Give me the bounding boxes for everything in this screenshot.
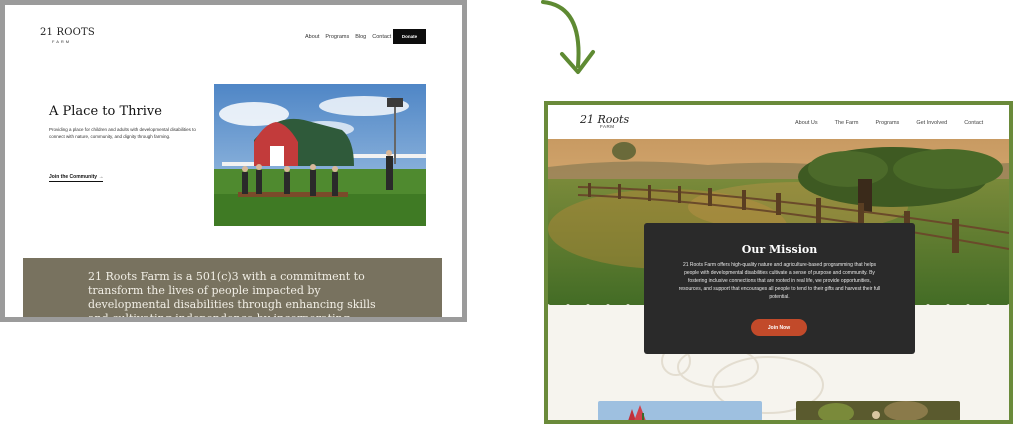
old-nav-item-programs[interactable]: Programs bbox=[325, 34, 349, 40]
nav-item-programs[interactable]: Programs bbox=[875, 120, 899, 126]
new-site-mockup: 21 Roots FARM About Us The Farm Programs… bbox=[544, 101, 1013, 424]
old-site-nav: About Programs Blog Contact bbox=[305, 34, 391, 40]
old-mission-banner: 21 Roots Farm is a 501(c)3 with a commit… bbox=[23, 258, 442, 322]
old-logo-wordmark: 21 ROOTS bbox=[40, 27, 95, 38]
old-mission-text: 21 Roots Farm is a 501(c)3 with a commit… bbox=[88, 270, 376, 322]
old-logo-subtitle: FARM bbox=[52, 39, 72, 44]
old-nav-item-contact[interactable]: Contact bbox=[372, 34, 391, 40]
barn-group-photo bbox=[214, 84, 426, 226]
flower-photo-card[interactable] bbox=[598, 401, 762, 421]
new-site-logo[interactable]: 21 Roots FARM bbox=[580, 113, 629, 129]
mission-body: 21 Roots Farm offers high-quality nature… bbox=[678, 262, 881, 300]
join-community-link[interactable]: Join the Community → bbox=[49, 174, 104, 182]
old-site-mockup: 21 ROOTS FARM About Programs Blog Contac… bbox=[0, 0, 467, 322]
old-nav-item-blog[interactable]: Blog bbox=[355, 34, 366, 40]
join-now-button[interactable]: Join Now bbox=[751, 319, 807, 336]
mission-card: Our Mission 21 Roots Farm offers high-qu… bbox=[644, 223, 915, 354]
nav-item-get-involved[interactable]: Get Involved bbox=[916, 120, 947, 126]
old-hero-description: Providing a place for children and adult… bbox=[49, 127, 196, 139]
nav-item-the-farm[interactable]: The Farm bbox=[835, 120, 859, 126]
old-nav-item-about[interactable]: About bbox=[305, 34, 319, 40]
nav-item-contact[interactable]: Contact bbox=[964, 120, 983, 126]
mission-title: Our Mission bbox=[741, 243, 818, 256]
curved-arrow-down-icon bbox=[541, 0, 595, 74]
nav-item-about-us[interactable]: About Us bbox=[795, 120, 818, 126]
new-site-nav: About Us The Farm Programs Get Involved … bbox=[795, 120, 983, 126]
old-site-logo[interactable]: 21 ROOTS FARM bbox=[40, 27, 95, 53]
donate-button[interactable]: Donate bbox=[393, 29, 426, 44]
garden-photo-card[interactable] bbox=[796, 401, 960, 421]
new-site-header: 21 Roots FARM About Us The Farm Programs… bbox=[548, 105, 1009, 139]
old-hero-headline: A Place to Thrive bbox=[49, 104, 162, 119]
